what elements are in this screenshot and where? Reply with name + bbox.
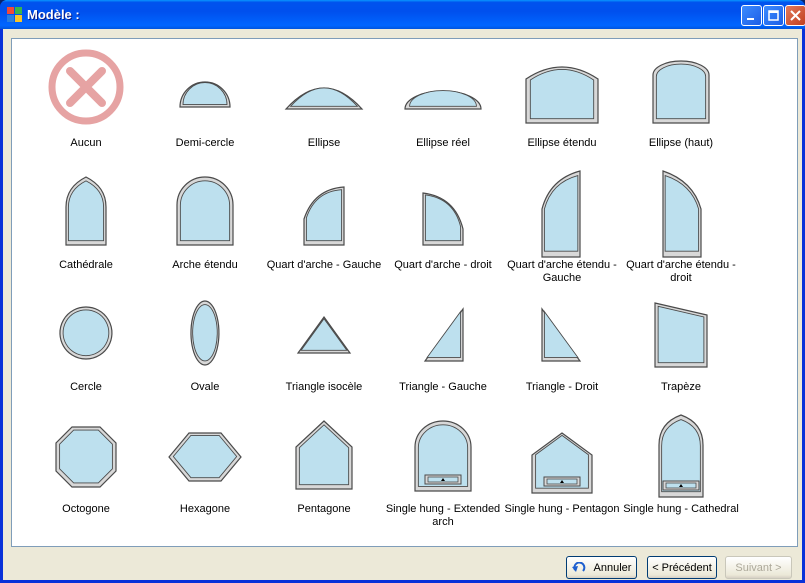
single-hung-extended-arch-icon	[414, 420, 472, 492]
shape-label: Pentagone	[297, 503, 351, 515]
real-ellipse-window-icon	[404, 90, 482, 110]
shape-option[interactable]: Cathédrale	[27, 169, 145, 289]
close-icon	[790, 10, 801, 21]
triangle-right-window-icon	[541, 307, 582, 362]
quarter-arch-left-window-icon	[303, 186, 345, 246]
shape-option[interactable]: Quart d'arche étendu - Gauche	[503, 169, 621, 289]
shape-label: Ovale	[190, 381, 220, 393]
shape-option[interactable]: Hexagone	[146, 413, 264, 533]
shape-label: Triangle - Droit	[525, 381, 599, 393]
ellipse-window-icon	[284, 87, 364, 110]
close-button[interactable]	[785, 5, 805, 26]
previous-label: < Précédent	[652, 561, 712, 574]
title-bar[interactable]: Modèle :	[0, 0, 805, 29]
shape-label: Aucun	[70, 137, 102, 149]
extended-ellipse-window-icon	[525, 66, 599, 124]
half-circle-window-icon	[179, 81, 231, 108]
window-title: Modèle :	[27, 7, 80, 22]
shape-label: Octogone	[62, 503, 110, 515]
single-hung-cathedral-icon	[658, 414, 704, 498]
extended-arch-window-icon	[176, 176, 234, 246]
shape-label: Ellipse réel	[416, 137, 470, 149]
oval-window-icon	[190, 300, 220, 366]
shape-option[interactable]: Quart d'arche - droit	[384, 169, 502, 289]
circle-window-icon	[59, 306, 113, 360]
shape-option[interactable]: Single hung - Cathedral	[622, 413, 740, 533]
shape-option[interactable]: Triangle - Droit	[503, 291, 621, 411]
extended-quarter-arch-right-window-icon	[662, 170, 702, 258]
hexagon-window-icon	[168, 432, 242, 482]
shape-option[interactable]: Octogone	[27, 413, 145, 533]
octagon-window-icon	[55, 426, 117, 488]
minimize-button[interactable]	[741, 5, 762, 26]
shape-label: Triangle isocèle	[285, 381, 363, 393]
shape-label: Trapèze	[661, 381, 701, 393]
shape-label: Single hung - Pentagon	[504, 503, 620, 515]
next-label: Suivant >	[735, 561, 782, 574]
shape-option[interactable]: Single hung - Extended arch	[384, 413, 502, 533]
shape-option[interactable]: Single hung - Pentagon	[503, 413, 621, 533]
shape-label: Cercle	[70, 381, 102, 393]
shape-option[interactable]: Triangle - Gauche	[384, 291, 502, 411]
shape-label: Ellipse	[307, 137, 341, 149]
app-icon	[7, 7, 22, 22]
maximize-icon	[768, 10, 779, 21]
shape-option[interactable]: Ellipse réel	[384, 47, 502, 167]
shape-label: Single hung - Cathedral	[623, 503, 739, 515]
shape-label: Single hung - Extended arch	[385, 503, 501, 528]
shape-label: Arche étendu	[172, 259, 238, 271]
shape-label: Ellipse (haut)	[648, 137, 714, 149]
cathedral-window-icon	[65, 176, 107, 246]
shape-option[interactable]: Ellipse	[265, 47, 383, 167]
shape-option[interactable]: Demi-cercle	[146, 47, 264, 167]
shape-option[interactable]: Ellipse étendu	[503, 47, 621, 167]
shape-label: Quart d'arche étendu - droit	[626, 259, 736, 284]
shape-label: Quart d'arche étendu - Gauche	[507, 259, 617, 284]
shape-option[interactable]: Ovale	[146, 291, 264, 411]
shape-option[interactable]: Ellipse (haut)	[622, 47, 740, 167]
shape-grid: Aucun Demi-cercle Ellipse Ellipse réel Ellip…	[11, 38, 798, 547]
shape-option[interactable]: Quart d'arche - Gauche	[265, 169, 383, 289]
shape-label: Ellipse étendu	[527, 137, 597, 149]
next-button[interactable]: Suivant >	[725, 556, 792, 579]
shape-option[interactable]: Pentagone	[265, 413, 383, 533]
triangle-left-window-icon	[423, 307, 464, 362]
isosceles-triangle-window-icon	[296, 315, 352, 354]
minimize-icon	[747, 18, 754, 20]
quarter-arch-right-window-icon	[422, 192, 464, 246]
shape-option[interactable]: Aucun	[27, 47, 145, 167]
trapezoid-window-icon	[654, 302, 708, 368]
shape-label: Quart d'arche - Gauche	[266, 259, 382, 271]
none-icon	[48, 49, 124, 125]
maximize-button[interactable]	[763, 5, 784, 26]
shape-label: Cathédrale	[59, 259, 113, 271]
ellipse-top-window-icon	[652, 60, 710, 124]
shape-label: Triangle - Gauche	[399, 381, 487, 393]
previous-button[interactable]: < Précédent	[647, 556, 717, 579]
undo-arrow-icon	[571, 561, 585, 572]
extended-quarter-arch-left-window-icon	[541, 170, 581, 258]
shape-option[interactable]: Arche étendu	[146, 169, 264, 289]
pentagon-window-icon	[295, 420, 353, 490]
cancel-button[interactable]: Annuler	[566, 556, 637, 579]
shape-label: Quart d'arche - droit	[394, 259, 492, 271]
shape-option[interactable]: Quart d'arche étendu - droit	[622, 169, 740, 289]
shape-label: Hexagone	[179, 503, 231, 515]
single-hung-pentagon-icon	[531, 432, 593, 494]
cancel-label: Annuler	[593, 561, 632, 574]
shape-label: Demi-cercle	[175, 137, 235, 149]
shape-option[interactable]: Cercle	[27, 291, 145, 411]
shape-option[interactable]: Trapèze	[622, 291, 740, 411]
model-window: Modèle : Aucun Demi-cercle Ellipse Ellipse …	[0, 0, 805, 583]
shape-option[interactable]: Triangle isocèle	[265, 291, 383, 411]
